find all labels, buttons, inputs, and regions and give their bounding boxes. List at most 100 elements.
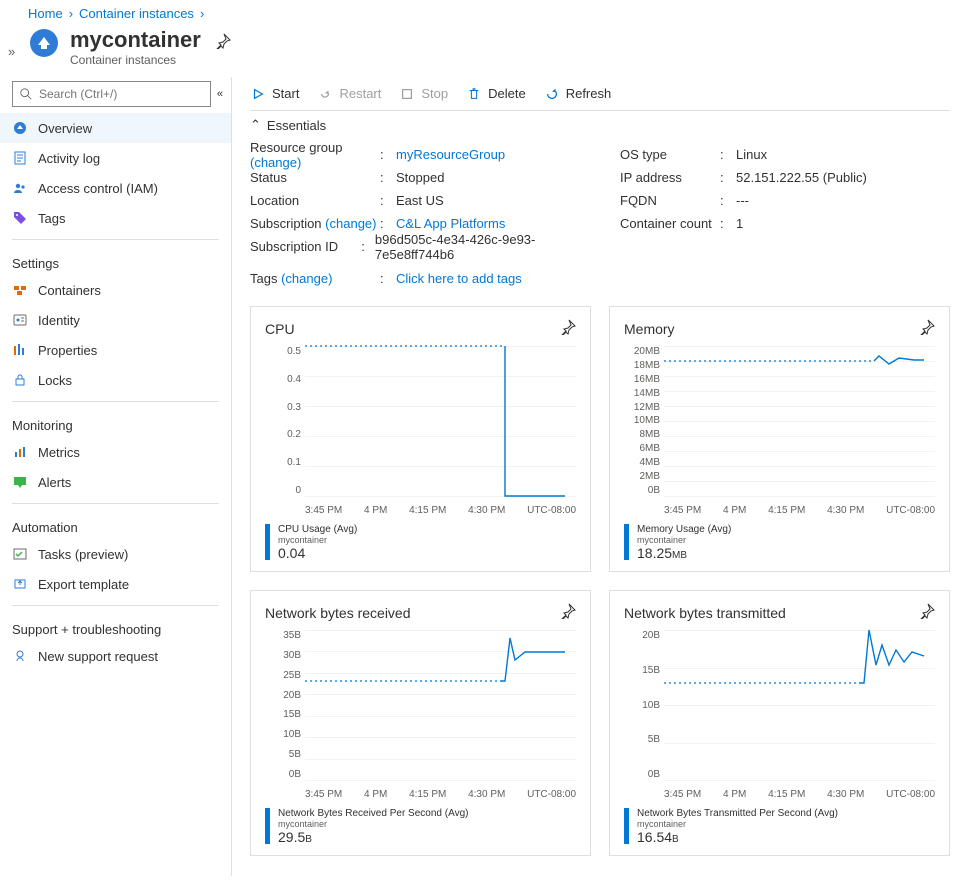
plot [305, 346, 565, 496]
metric-name: Memory Usage (Avg) [637, 524, 731, 535]
rg-value-link[interactable]: myResourceGroup [396, 147, 505, 162]
sidebar-item-label: Export template [38, 577, 129, 592]
pin-icon[interactable] [215, 33, 231, 52]
card-title: Network bytes transmitted [624, 605, 786, 621]
sidebar-item-label: Access control (IAM) [38, 181, 158, 196]
main-content: Start Restart Stop Delete Refresh ⌃ Esse… [232, 77, 960, 876]
alerts-icon [12, 474, 28, 490]
sidebar-group-support: Support + troubleshooting [0, 612, 231, 641]
sub-value-link[interactable]: C&L App Platforms [396, 216, 505, 231]
export-icon [12, 576, 28, 592]
sidebar-item-label: Tags [38, 211, 65, 226]
delete-button[interactable]: Delete [466, 86, 526, 102]
sidebar-item-export-template[interactable]: Export template [0, 569, 231, 599]
tags-label: Tags [250, 271, 277, 286]
resource-name: mycontainer [637, 819, 838, 829]
sidebar-item-identity[interactable]: Identity [0, 305, 231, 335]
y-axis: 20B15B10B5B0B [624, 630, 660, 780]
resource-name: mycontainer [278, 819, 468, 829]
pin-icon[interactable] [919, 319, 935, 338]
summary-bar [624, 524, 629, 560]
container-instances-icon [28, 27, 60, 59]
sidebar-item-activity-log[interactable]: Activity log [0, 143, 231, 173]
sidebar-item-label: Metrics [38, 445, 80, 460]
essentials-toggle[interactable]: ⌃ Essentials [250, 111, 950, 139]
sidebar-item-containers[interactable]: Containers [0, 275, 231, 305]
support-icon [12, 648, 28, 664]
status-label: Status [250, 170, 380, 185]
location-value: East US [396, 193, 444, 208]
plot [664, 630, 924, 780]
x-axis: 3:45 PM4 PM4:15 PM4:30 PMUTC-08:00 [664, 505, 935, 516]
sidebar-item-metrics[interactable]: Metrics [0, 437, 231, 467]
tags-add-link[interactable]: Click here to add tags [396, 271, 522, 286]
fqdn-value: --- [736, 193, 749, 208]
sidebar: « Overview Activity log Access control (… [0, 77, 232, 876]
restart-icon [317, 86, 333, 102]
os-value: Linux [736, 147, 767, 162]
expand-sidebar-button[interactable]: » [8, 44, 15, 59]
card-network-tx: Network bytes transmitted 20B15B10B5B0B … [609, 590, 950, 856]
card-title: Memory [624, 321, 675, 337]
sidebar-item-label: Activity log [38, 151, 100, 166]
sidebar-item-tags[interactable]: Tags [0, 203, 231, 233]
rg-label: Resource group [250, 140, 343, 155]
play-icon [250, 86, 266, 102]
sidebar-item-properties[interactable]: Properties [0, 335, 231, 365]
tasks-icon [12, 546, 28, 562]
count-value: 1 [736, 216, 743, 231]
stop-icon [399, 86, 415, 102]
card-memory: Memory 20MB18MB16MB14MB12MB10MB8MB6MB4MB… [609, 306, 950, 572]
sidebar-item-alerts[interactable]: Alerts [0, 467, 231, 497]
refresh-button[interactable]: Refresh [544, 86, 612, 102]
sub-change-link[interactable]: (change) [325, 216, 376, 231]
y-axis: 0.50.40.30.20.10 [265, 346, 301, 496]
sidebar-item-label: Properties [38, 343, 97, 358]
containers-icon [12, 282, 28, 298]
pin-icon[interactable] [560, 319, 576, 338]
metric-unit: B [672, 834, 679, 845]
breadcrumb-home[interactable]: Home [28, 6, 63, 21]
sidebar-item-overview[interactable]: Overview [0, 113, 231, 143]
rg-change-link[interactable]: (change) [250, 155, 301, 170]
start-button[interactable]: Start [250, 86, 299, 102]
metrics-icon [12, 444, 28, 460]
page-subtitle: Container instances [70, 53, 201, 67]
sidebar-item-label: Containers [38, 283, 101, 298]
x-axis: 3:45 PM4 PM4:15 PM4:30 PMUTC-08:00 [305, 505, 576, 516]
sidebar-item-support[interactable]: New support request [0, 641, 231, 671]
sidebar-item-locks[interactable]: Locks [0, 365, 231, 395]
sidebar-item-label: Locks [38, 373, 72, 388]
summary-bar [265, 808, 270, 844]
pin-icon[interactable] [560, 603, 576, 622]
search-input[interactable] [12, 81, 211, 107]
metric-unit: B [305, 834, 312, 845]
essentials-panel: Resource group (change) : myResourceGrou… [250, 139, 950, 266]
location-label: Location [250, 193, 380, 208]
metric-value: 29.5 [278, 829, 305, 845]
metric-name: Network Bytes Transmitted Per Second (Av… [637, 808, 838, 819]
sidebar-item-iam[interactable]: Access control (IAM) [0, 173, 231, 203]
metric-unit: MB [672, 550, 687, 561]
summary-bar [265, 524, 270, 560]
os-label: OS type [620, 147, 720, 162]
resource-name: mycontainer [278, 535, 357, 545]
sidebar-item-tasks[interactable]: Tasks (preview) [0, 539, 231, 569]
search-icon [19, 87, 33, 101]
overview-icon [12, 120, 28, 136]
delete-icon [466, 86, 482, 102]
breadcrumb-container-instances[interactable]: Container instances [79, 6, 194, 21]
sidebar-item-label: Tasks (preview) [38, 547, 128, 562]
metric-value: 16.54 [637, 829, 672, 845]
ip-value: 52.151.222.55 (Public) [736, 170, 867, 185]
pin-icon[interactable] [919, 603, 935, 622]
page-header: » mycontainer Container instances [0, 25, 960, 77]
card-title: Network bytes received [265, 605, 411, 621]
collapse-sidebar-button[interactable]: « [217, 88, 223, 100]
restart-button[interactable]: Restart [317, 86, 381, 102]
stop-button[interactable]: Stop [399, 86, 448, 102]
metric-name: CPU Usage (Avg) [278, 524, 357, 535]
tags-change-link[interactable]: (change) [281, 271, 332, 286]
sidebar-item-label: Identity [38, 313, 80, 328]
identity-icon [12, 312, 28, 328]
